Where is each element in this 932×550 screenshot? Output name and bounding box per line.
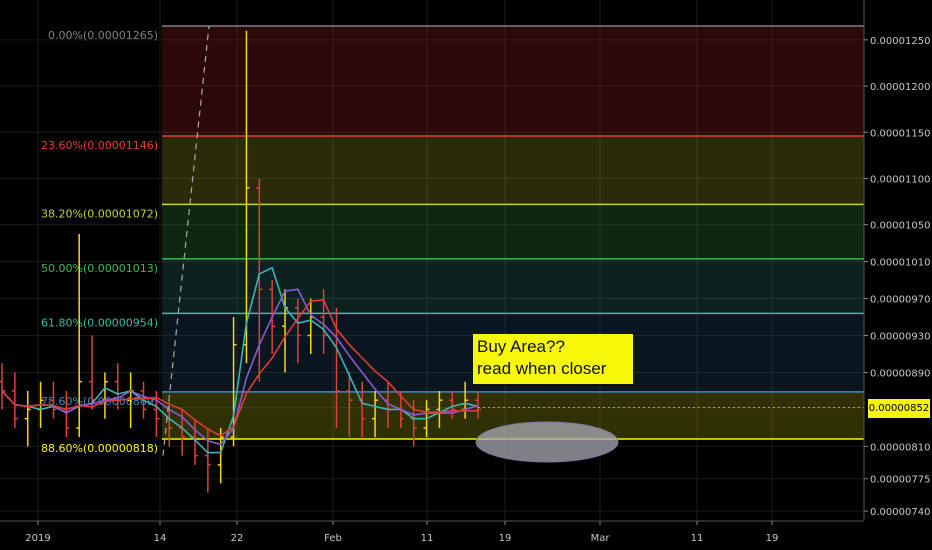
price-tick-label: 0.00000775 [870,475,930,486]
price-tick-label: 0.00000810 [870,442,930,453]
fib-band [162,204,864,259]
time-tick-label: 19 [766,533,779,544]
price-tick-label: 0.00000740 [870,507,930,518]
price-tick-label: 0.00000930 [870,332,930,343]
price-tick-label: 0.00001250 [870,36,930,47]
fib-label: 0.00%(0.00001265) [48,29,158,42]
fib-label: 50.00%(0.00001013) [41,262,158,275]
fib-label: 23.60%(0.00001146) [41,139,158,152]
buy-area-ellipse [475,421,619,463]
time-tick-label: 11 [691,533,704,544]
time-tick-label: 11 [421,533,434,544]
time-tick-label: 22 [231,533,244,544]
price-tick-label: 0.00001200 [870,82,930,93]
fib-label: 38.20%(0.00001072) [41,207,158,220]
price-tick-label: 0.00000970 [870,295,930,306]
time-tick-label: 19 [499,533,512,544]
fib-label: 88.60%(0.00000818) [41,442,158,455]
current-price-badge: 0.00000852 [868,399,930,418]
chart: 0.00%(0.00001265) 23.60%(0.00001146) 38.20… [0,0,930,544]
price-tick-label: 0.00000890 [870,368,930,379]
price-tick-label: 0.00001010 [870,258,930,269]
time-tick-label: Mar [591,533,611,544]
fib-band [162,258,864,314]
note-line-1: Buy Area?? [477,337,565,356]
fib-band [162,135,864,205]
price-tick-label: 0.00001150 [870,128,930,139]
buy-area-note: Buy Area?? read when closer [473,334,633,384]
fib-label: 61.80%(0.00000954) [41,316,158,329]
time-tick-label: 2019 [25,533,50,544]
note-line-2: read when closer [477,359,607,378]
price-tick-label: 0.00001050 [870,221,930,232]
fib-band [162,26,864,136]
time-tick-label: 14 [154,533,167,544]
time-tick-label: Feb [324,533,342,544]
price-tick-label: 0.00001100 [870,174,930,185]
